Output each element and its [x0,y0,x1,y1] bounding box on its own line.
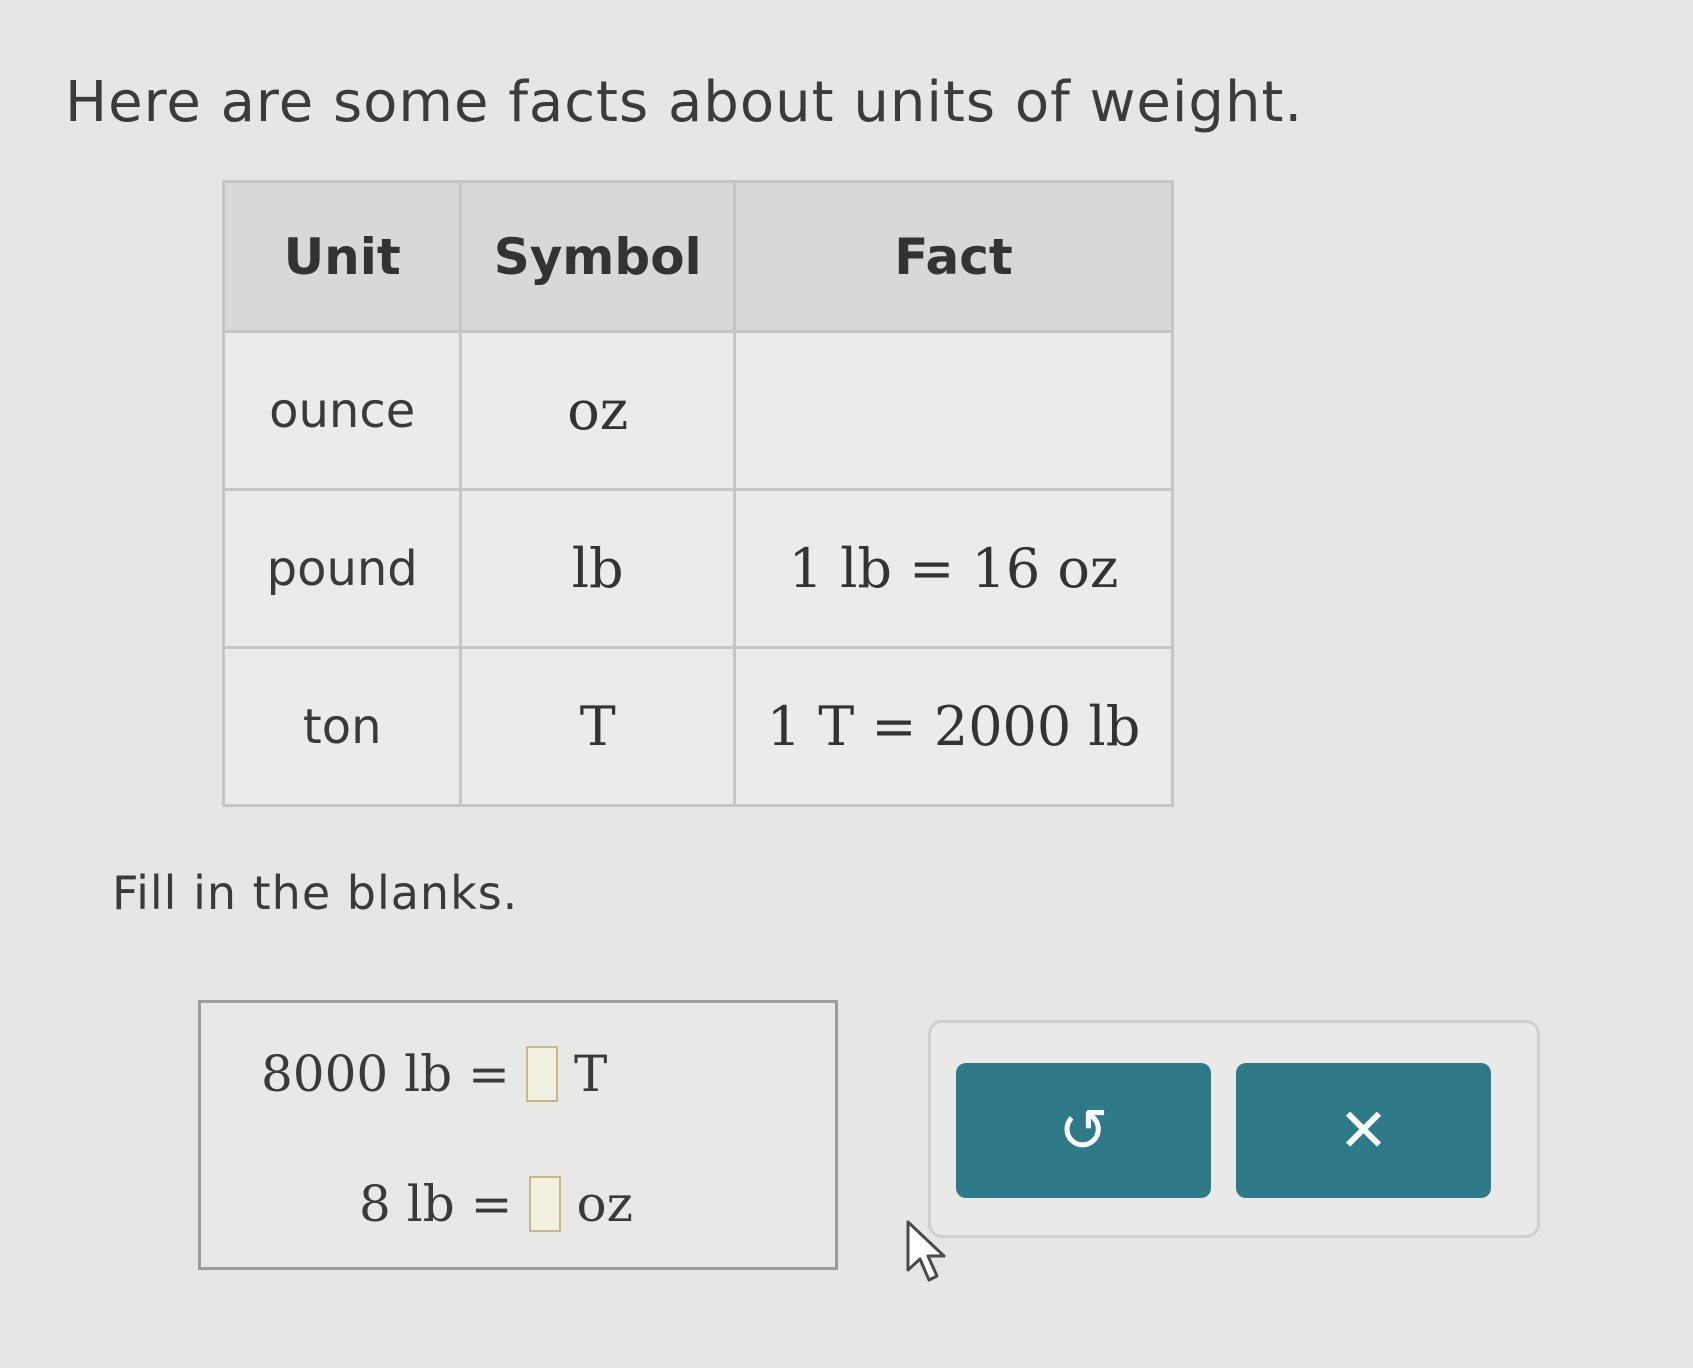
table-row: pound lb 1 lb = 16 oz [221,488,1175,649]
cell-symbol: oz [459,330,736,491]
cell-unit: pound [221,488,463,649]
instruction-text: Fill in the blanks. [112,866,519,920]
answer-blank-tons[interactable] [525,1046,558,1102]
cell-unit: ounce [221,330,463,491]
mouse-cursor-icon [906,1220,946,1282]
equation-unit: oz [576,1175,633,1233]
cell-symbol: lb [459,488,736,649]
equation-row: 8000 lb = T [261,1045,607,1103]
answer-blank-ounces[interactable] [528,1176,561,1232]
close-icon: ✕ [1338,1095,1389,1166]
cell-fact [732,330,1175,491]
cell-fact: 1 T = 2000 lb [732,646,1175,807]
equation-left: 8000 lb = [261,1045,510,1103]
header-unit: Unit [221,180,463,333]
clear-button[interactable]: ✕ [1236,1063,1491,1198]
header-fact: Fact [732,180,1175,333]
table-header-row: Unit Symbol Fact [221,180,1175,333]
action-panel: ↺ ✕ [928,1020,1540,1238]
equation-row: 8 lb = oz [359,1175,633,1233]
table-row: ton T 1 T = 2000 lb [221,646,1175,807]
undo-button[interactable]: ↺ [956,1063,1211,1198]
undo-icon: ↺ [1058,1095,1109,1166]
cell-unit: ton [221,646,463,807]
units-table: Unit Symbol Fact ounce oz pound lb 1 lb … [221,180,1175,807]
header-symbol: Symbol [459,180,736,333]
intro-text: Here are some facts about units of weigh… [65,70,1304,135]
table-row: ounce oz [221,330,1175,491]
equation-unit: T [573,1045,608,1103]
cell-symbol: T [459,646,736,807]
cell-fact: 1 lb = 16 oz [732,488,1175,649]
equation-left: 8 lb = [359,1175,513,1233]
answer-panel: 8000 lb = T 8 lb = oz [198,1000,838,1270]
